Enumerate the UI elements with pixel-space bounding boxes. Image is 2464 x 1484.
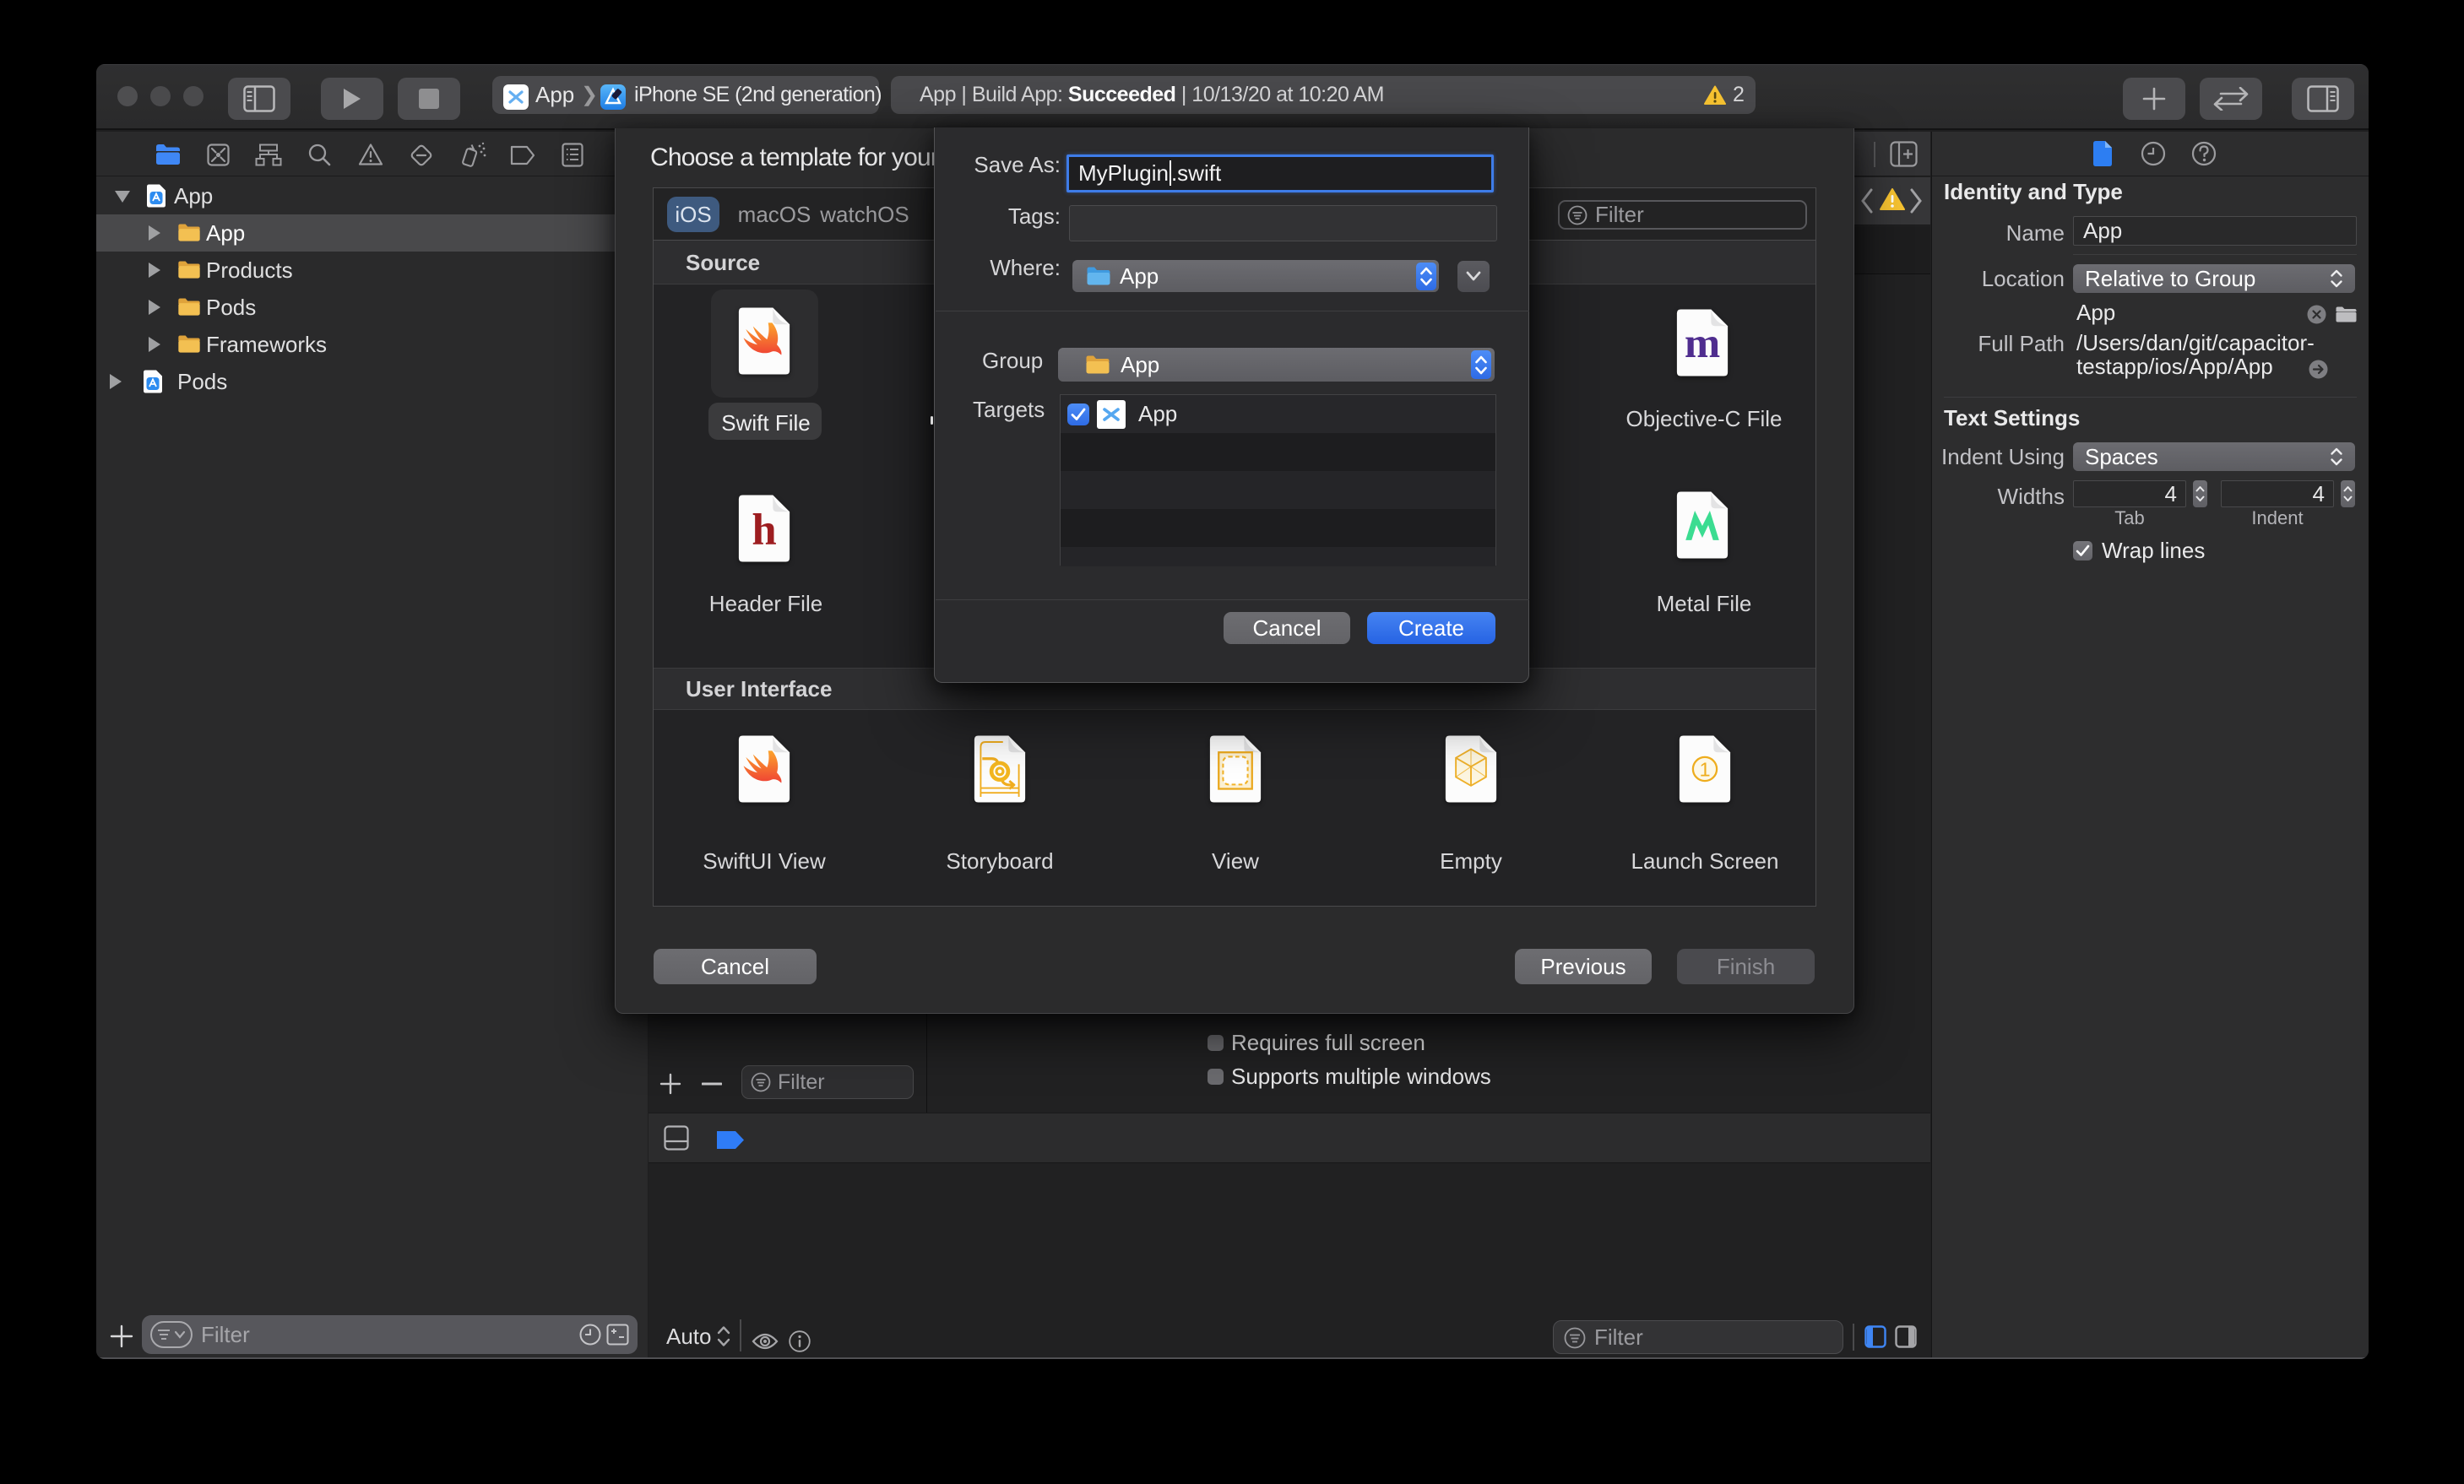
svg-text:m: m bbox=[1685, 319, 1720, 366]
svg-text:h: h bbox=[752, 506, 776, 555]
svg-text:1: 1 bbox=[1699, 758, 1710, 780]
